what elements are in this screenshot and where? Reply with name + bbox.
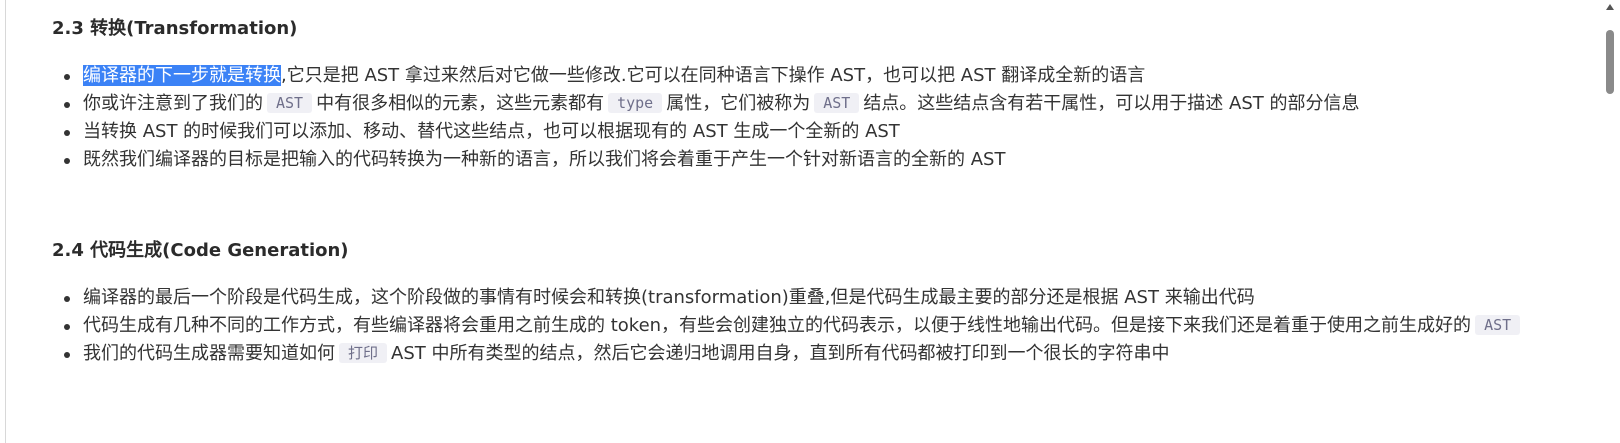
scroll-up-arrow-icon[interactable] — [1606, 4, 1614, 10]
list-item: 代码生成有几种不同的工作方式，有些编译器将会重用之前生成的 token，有些会创… — [52, 312, 1552, 340]
list-item: 既然我们编译器的目标是把输入的代码转换为一种新的语言，所以我们将会着重于产生一个… — [52, 146, 1552, 174]
vertical-scrollbar[interactable] — [1604, 0, 1616, 443]
list-item: 你或许注意到了我们的 AST 中有很多相似的元素，这些元素都有 type 属性，它们被称… — [52, 90, 1552, 118]
inline-code: type — [608, 93, 663, 113]
list-item: 编译器的最后一个阶段是代码生成，这个阶段做的事情有时候会和转换(transfor… — [52, 284, 1552, 312]
section-heading-code-generation: 2.4 代码生成(Code Generation) — [52, 240, 349, 261]
code-generation-list: 编译器的最后一个阶段是代码生成，这个阶段做的事情有时候会和转换(transfor… — [52, 284, 1552, 368]
inline-code: 打印 — [339, 343, 388, 363]
list-item: 当转换 AST 的时候我们可以添加、移动、替代这些结点，也可以根据现有的 AST… — [52, 118, 1552, 146]
scrollbar-thumb[interactable] — [1606, 30, 1614, 94]
transformation-list: 编译器的下一步就是转换,它只是把 AST 拿过来然后对它做一些修改.它可以在同种… — [52, 62, 1552, 174]
inline-code: AST — [814, 93, 860, 113]
section-heading-transformation: 2.3 转换(Transformation) — [52, 18, 298, 39]
selected-text[interactable]: 编译器的下一步就是转换 — [83, 65, 281, 86]
inline-code: AST — [267, 93, 313, 113]
left-border — [5, 0, 6, 443]
list-item: 编译器的下一步就是转换,它只是把 AST 拿过来然后对它做一些修改.它可以在同种… — [52, 62, 1552, 90]
inline-code: AST — [1475, 315, 1521, 335]
list-item: 我们的代码生成器需要知道如何 打印 AST 中所有类型的结点，然后它会递归地调用自身… — [52, 340, 1552, 368]
